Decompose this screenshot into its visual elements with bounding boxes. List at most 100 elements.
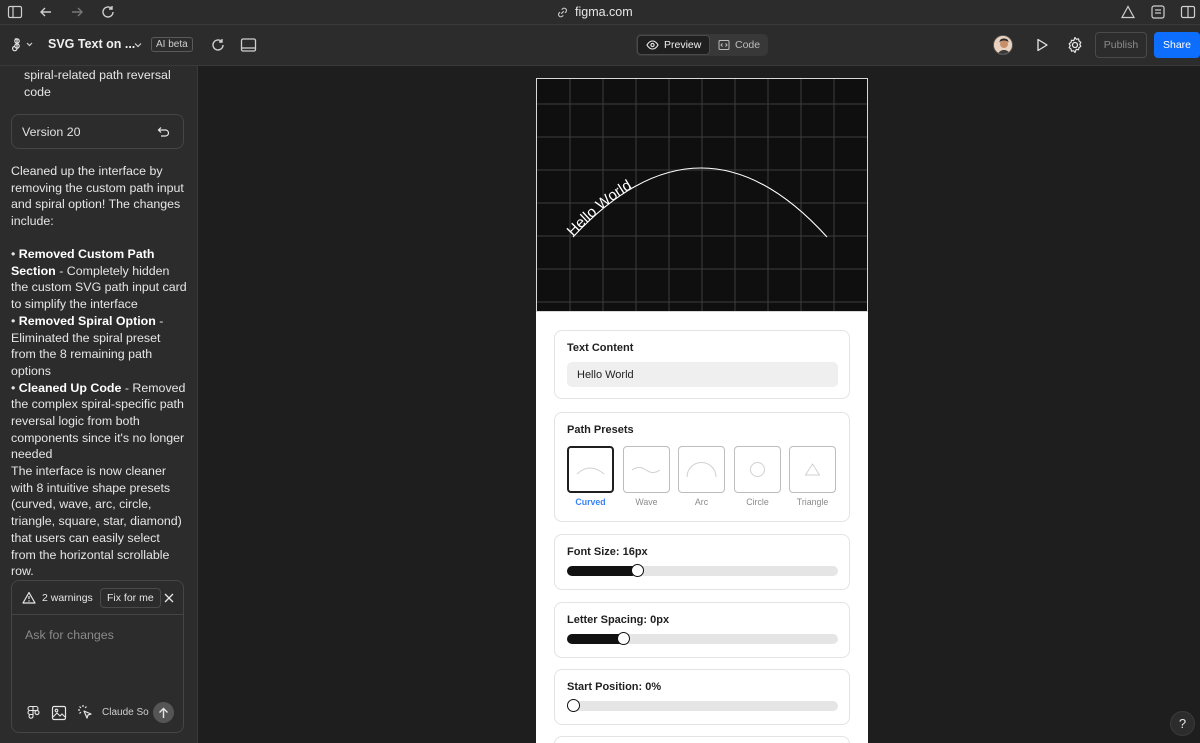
select-element-icon[interactable] — [77, 704, 94, 721]
refresh-icon[interactable] — [210, 37, 226, 53]
path-presets-label: Path Presets — [567, 424, 634, 436]
sidebar-toggle-icon[interactable] — [7, 4, 23, 20]
grid-lines — [537, 79, 867, 311]
text-content-label: Text Content — [567, 342, 634, 354]
code-label: Code — [735, 39, 761, 51]
url-text: figma.com — [575, 5, 633, 19]
text-content-input[interactable]: Hello World — [567, 362, 838, 387]
curve-icon — [576, 467, 605, 475]
model-selector[interactable]: Claude So — [102, 707, 149, 718]
bullet-title: Removed Spiral Option — [18, 313, 156, 328]
publish-button[interactable]: Publish — [1095, 32, 1147, 58]
app-preview-frame: Hello World Text Content Hello World Pat… — [536, 78, 868, 743]
send-button[interactable] — [153, 702, 174, 723]
font-size-slider[interactable] — [567, 564, 838, 577]
preset-label-wave: Wave — [635, 497, 658, 507]
ai-beta-badge: AI beta — [151, 37, 193, 52]
curved-text-path: Hello World — [564, 177, 635, 240]
start-position-card: Start Position: 0% — [554, 669, 850, 725]
triangle-icon — [804, 463, 821, 476]
version-card[interactable]: Version 20 — [11, 114, 184, 149]
code-tab[interactable]: Code — [710, 35, 768, 55]
link-icon — [558, 7, 567, 17]
chat-input-card: 2 warnings Fix for me Ask for changes Cl… — [11, 580, 184, 733]
file-title[interactable]: SVG Text on ... — [48, 37, 135, 51]
back-icon[interactable] — [38, 4, 54, 20]
chat-message-conclusion: The interface is now cleaner with 8 intu… — [11, 464, 182, 579]
font-size-label: Font Size: 16px — [567, 546, 648, 558]
bullet-title: Cleaned Up Code — [18, 380, 122, 395]
settings-gear-icon[interactable] — [1066, 36, 1084, 54]
split-view-icon[interactable] — [1180, 4, 1196, 20]
letter-spacing-card: Letter Spacing: 0px — [554, 602, 850, 658]
view-mode-toggle: Preview Code — [636, 34, 768, 56]
avatar[interactable] — [993, 35, 1013, 55]
slider-fill — [567, 566, 638, 576]
preset-circle[interactable] — [734, 446, 781, 493]
preset-curved[interactable] — [567, 446, 614, 493]
figma-menu-icon[interactable] — [10, 37, 34, 53]
wave-icon — [631, 467, 661, 473]
close-icon[interactable] — [163, 592, 175, 604]
curved-text: Hello World — [564, 177, 635, 240]
eye-icon — [646, 40, 659, 50]
warnings-count[interactable]: 2 warnings — [42, 592, 93, 604]
start-position-label: Start Position: 0% — [567, 681, 662, 693]
preset-label-triangle: Triangle — [796, 497, 829, 507]
svg-preview-area: Hello World — [536, 78, 868, 312]
letter-spacing-label: Letter Spacing: 0px — [567, 614, 670, 626]
preset-label-curved: Curved — [575, 497, 606, 507]
app-header: SVG Text on ... AI beta Preview Code Pub… — [0, 25, 1200, 66]
reload-icon[interactable] — [100, 4, 116, 20]
preset-triangle[interactable] — [789, 446, 836, 493]
slider-thumb[interactable] — [630, 564, 644, 577]
start-position-slider[interactable] — [567, 699, 838, 712]
image-icon[interactable] — [51, 705, 67, 721]
bullet-item: • Cleaned Up Code - Removed the complex … — [11, 380, 186, 462]
chevron-down-icon[interactable] — [133, 40, 143, 50]
preset-arc[interactable] — [678, 446, 725, 493]
slider-thumb[interactable] — [617, 632, 631, 645]
share-button[interactable]: Share — [1154, 32, 1200, 58]
next-control-card — [554, 736, 850, 743]
preset-label-circle: Circle — [746, 497, 769, 507]
font-size-card: Font Size: 16px — [554, 534, 850, 590]
letter-spacing-slider[interactable] — [567, 632, 838, 645]
path-presets-card: Path Presets Curved Wave Arc Circle Tria… — [554, 412, 850, 522]
restore-icon[interactable] — [156, 126, 170, 139]
arrow-up-icon — [159, 707, 168, 718]
preview-canvas: Hello World Text Content Hello World Pat… — [199, 66, 1200, 743]
address-bar[interactable]: figma.com — [556, 4, 633, 20]
figma-components-icon[interactable] — [25, 705, 41, 721]
forward-icon[interactable] — [69, 4, 85, 20]
play-icon[interactable] — [1034, 37, 1050, 53]
preset-wave[interactable] — [623, 446, 670, 493]
notes-icon[interactable] — [1150, 4, 1166, 20]
text-content-card: Text Content Hello World — [554, 330, 850, 399]
arc-icon — [686, 462, 717, 478]
warning-icon — [22, 591, 36, 604]
preset-label-arc: Arc — [694, 497, 709, 507]
device-frame-icon[interactable] — [240, 37, 257, 53]
preview-label: Preview — [664, 39, 702, 51]
chat-input[interactable]: Ask for changes — [25, 628, 114, 642]
warnings-bar: 2 warnings Fix for me — [12, 581, 183, 615]
code-icon — [718, 40, 730, 50]
chat-bullet-list: • Removed Custom Path Section - Complete… — [11, 246, 187, 463]
browser-toolbar: figma.com — [0, 0, 1200, 25]
svg-preview: Hello World — [537, 79, 867, 311]
version-label: Version 20 — [22, 125, 81, 139]
user-portrait-icon — [994, 36, 1012, 54]
bullet-item: • Removed Custom Path Section - Complete… — [11, 247, 187, 312]
circle-icon — [750, 462, 765, 477]
chat-message-tail: spiral-related path reversal code — [24, 68, 171, 99]
bullet-item: • Removed Spiral Option - Eliminated the… — [11, 313, 164, 378]
chat-message-summary: Cleaned up the interface by removing the… — [11, 164, 184, 229]
warning-triangle-icon[interactable] — [1120, 4, 1136, 20]
chat-panel: spiral-related path reversal code Versio… — [0, 66, 198, 743]
slider-fill — [567, 634, 624, 644]
preview-tab[interactable]: Preview — [637, 35, 711, 55]
slider-thumb[interactable] — [567, 699, 580, 712]
fix-for-me-button[interactable]: Fix for me — [100, 588, 161, 608]
help-button[interactable]: ? — [1170, 711, 1195, 736]
